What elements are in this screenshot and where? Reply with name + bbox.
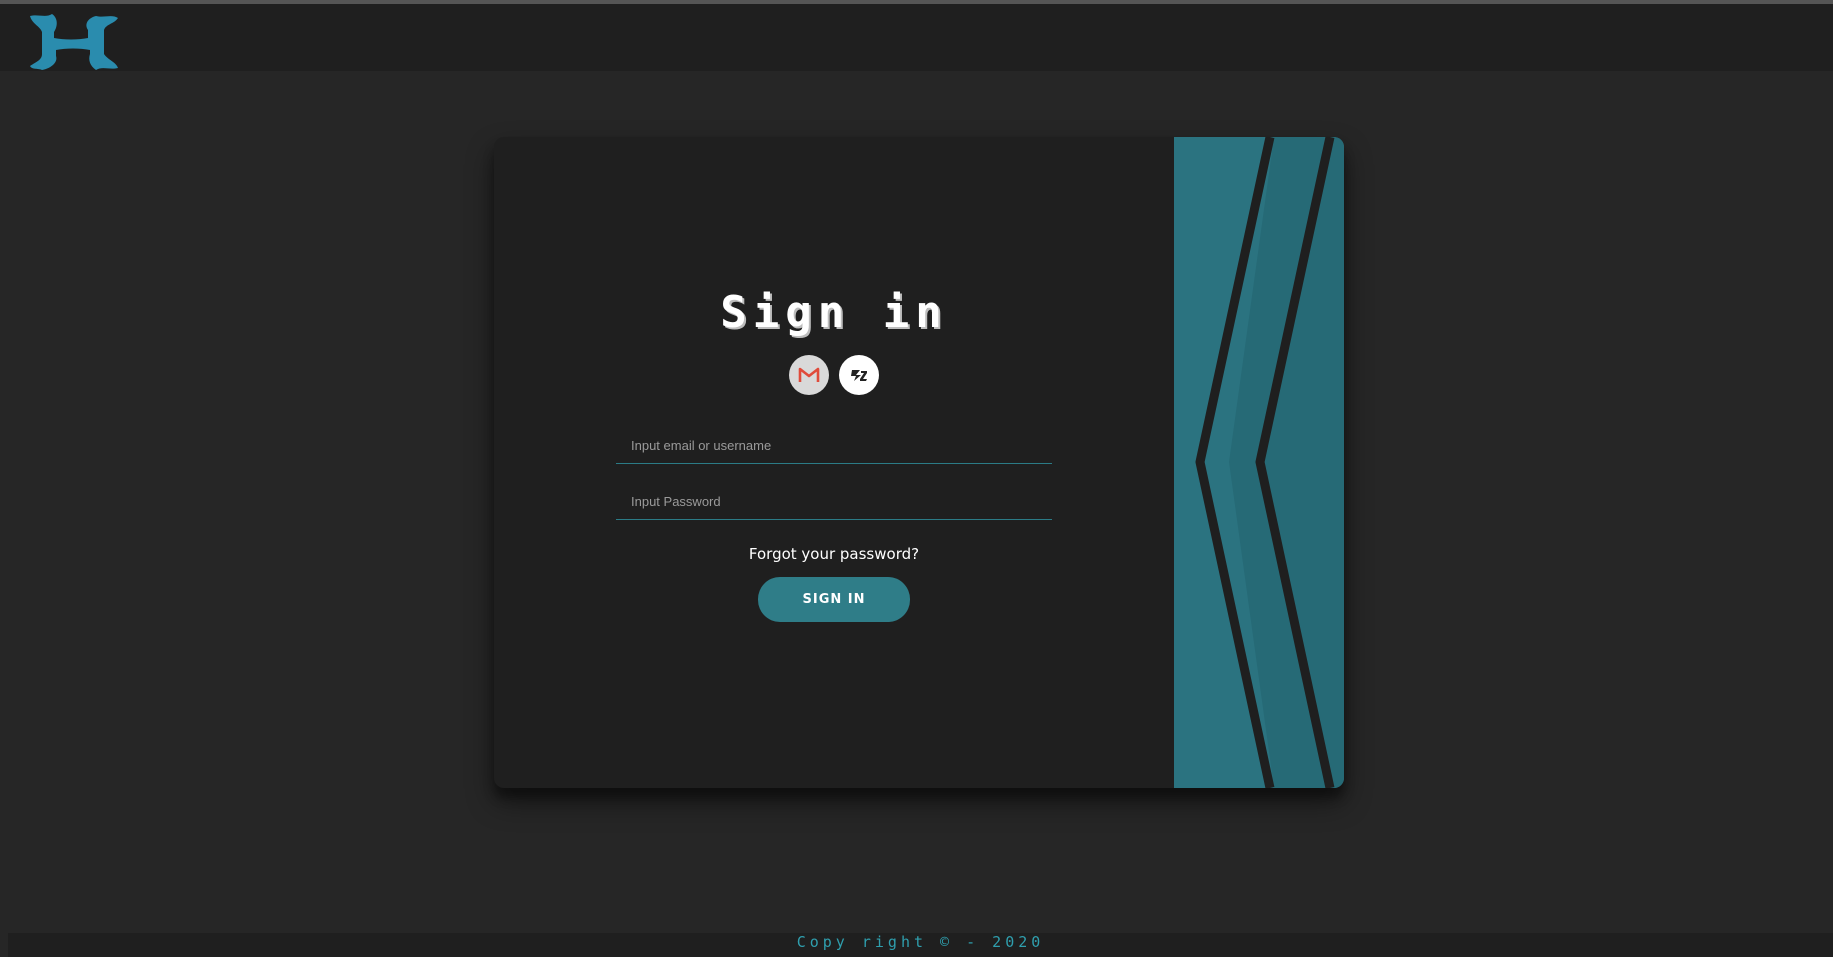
forgot-password-link[interactable]: Forgot your password? — [494, 545, 1174, 563]
h-logo-icon[interactable] — [28, 10, 120, 72]
email-input[interactable] — [616, 427, 1052, 463]
alt-login-icon — [851, 370, 867, 381]
password-field-container — [616, 483, 1052, 520]
signin-button[interactable]: SIGN IN — [758, 577, 910, 622]
signin-card: Sign in Forgot your password? SIGN IN — [494, 137, 1344, 788]
alt-login-button[interactable] — [839, 355, 879, 395]
footer-copyright: Copy right © - 2020 — [8, 933, 1833, 957]
gmail-icon — [798, 367, 820, 382]
navbar — [0, 4, 1833, 71]
password-input[interactable] — [616, 483, 1052, 519]
email-field-container — [616, 427, 1052, 464]
decorative-chevron-panel — [1174, 137, 1344, 788]
gmail-login-button[interactable] — [789, 355, 829, 395]
signin-title: Sign in — [720, 287, 948, 338]
